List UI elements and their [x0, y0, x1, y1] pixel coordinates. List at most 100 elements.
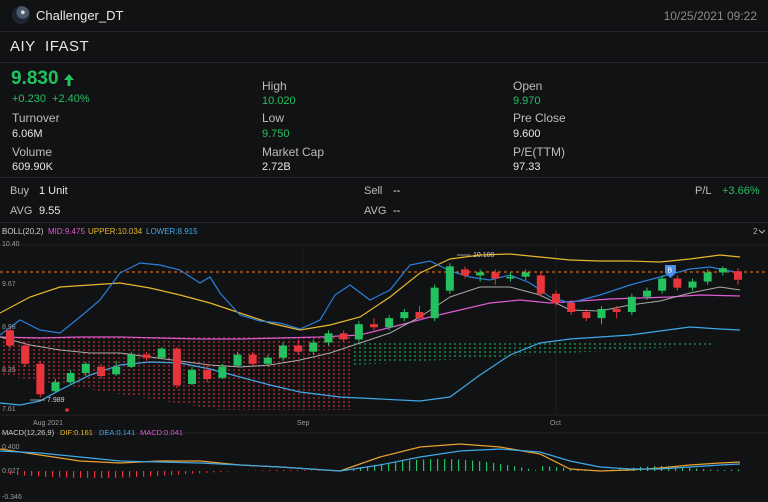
macd-bar — [696, 468, 698, 471]
title-divider — [0, 62, 768, 63]
mktcap-value: 2.72B — [262, 161, 291, 173]
macd-bar — [507, 465, 509, 471]
macd-bar — [192, 471, 194, 474]
macd-bar — [409, 460, 411, 471]
open-label: Open — [513, 79, 543, 93]
candle[interactable] — [567, 302, 576, 313]
buy-marker[interactable]: B — [665, 265, 676, 278]
candle[interactable] — [203, 369, 212, 380]
candle[interactable] — [688, 281, 697, 288]
candle[interactable] — [597, 308, 606, 319]
price-chart[interactable]: BOLL(20,2) MID:9.475 UPPER:10.034 LOWER:… — [0, 225, 768, 502]
candle[interactable] — [279, 345, 287, 358]
candle[interactable] — [461, 269, 469, 276]
macd-bar — [269, 470, 271, 471]
candle[interactable] — [552, 293, 560, 303]
candle[interactable] — [112, 366, 121, 375]
candle[interactable] — [324, 333, 333, 343]
candle[interactable] — [491, 272, 500, 279]
low-label: Low — [262, 111, 285, 125]
candle[interactable] — [51, 382, 60, 392]
candle[interactable] — [445, 266, 454, 291]
candle[interactable] — [400, 312, 409, 319]
sell-value: -- — [393, 185, 401, 197]
candle[interactable] — [476, 272, 485, 276]
macd-bar — [66, 471, 68, 478]
chart-page-indicator[interactable]: 2 — [753, 227, 758, 236]
candle[interactable] — [521, 272, 530, 277]
macd-bar — [703, 469, 705, 471]
candle[interactable] — [582, 312, 591, 319]
macd-bar — [395, 461, 397, 471]
candle[interactable] — [627, 296, 636, 313]
candle[interactable] — [734, 271, 742, 280]
macd-bar — [311, 470, 313, 471]
candle[interactable] — [385, 318, 394, 328]
candle[interactable] — [673, 278, 682, 288]
candle[interactable] — [536, 275, 545, 294]
candle[interactable] — [309, 342, 318, 352]
candle[interactable] — [263, 357, 272, 364]
macd-legend-dea: DEA:0.141 — [99, 428, 135, 437]
macd-bar — [206, 471, 208, 473]
macd-bar — [444, 459, 446, 471]
macd-bar — [290, 470, 292, 471]
turnover-value: 6.06M — [12, 128, 43, 140]
open-value: 9.970 — [513, 95, 541, 107]
candle[interactable] — [233, 354, 242, 366]
macd-bar — [31, 471, 33, 476]
candle[interactable] — [248, 354, 257, 364]
candle[interactable] — [430, 287, 439, 319]
candle[interactable] — [36, 363, 45, 395]
macd-bar — [521, 467, 523, 471]
candle[interactable] — [188, 369, 196, 384]
macd-bar — [493, 462, 495, 471]
macd-bar — [430, 459, 432, 471]
header-divider — [0, 31, 768, 32]
volume-label: Volume — [12, 145, 53, 159]
candle[interactable] — [703, 272, 712, 282]
candle[interactable] — [354, 324, 363, 340]
candle[interactable] — [294, 345, 303, 352]
chevron-down-icon[interactable] — [758, 229, 766, 234]
macd-bar — [724, 469, 726, 471]
macd-bar — [143, 471, 145, 477]
buy-label: Buy — [10, 185, 29, 197]
candle[interactable] — [6, 330, 14, 346]
candle[interactable] — [612, 308, 621, 313]
change-value: +0.230 — [12, 93, 46, 105]
change-percent: +2.40% — [52, 93, 90, 105]
candle[interactable] — [157, 348, 166, 358]
candle[interactable] — [415, 312, 424, 319]
avg2-label: AVG — [364, 205, 387, 217]
macd-bar — [402, 461, 404, 471]
candle[interactable] — [370, 324, 378, 328]
stock-symbol: AIY — [10, 38, 36, 55]
candle[interactable] — [66, 372, 75, 383]
candle[interactable] — [658, 278, 667, 291]
boll-legend-lower: LOWER:8.915 — [146, 227, 198, 236]
macd-bar — [220, 471, 222, 472]
x-label-sep: Sep — [297, 420, 310, 427]
candle[interactable] — [218, 366, 227, 378]
candle[interactable] — [142, 354, 151, 358]
macd-bar — [199, 471, 201, 474]
candle[interactable] — [127, 354, 136, 367]
volume-value: 609.90K — [12, 161, 53, 173]
stock-title: AIY IFAST — [10, 38, 89, 55]
user-avatar[interactable] — [12, 6, 30, 24]
macd-bar — [115, 471, 117, 478]
candle[interactable] — [172, 348, 181, 386]
candle[interactable] — [643, 290, 651, 297]
position-divider — [0, 222, 768, 223]
candle[interactable] — [81, 363, 90, 373]
candle[interactable] — [21, 345, 30, 364]
macd-bar — [59, 471, 61, 478]
candle[interactable] — [339, 333, 348, 340]
candle[interactable] — [718, 268, 727, 273]
macd-bar — [87, 471, 89, 478]
candle[interactable] — [506, 276, 515, 279]
macd-bar — [458, 459, 460, 471]
candle[interactable] — [97, 366, 105, 377]
macd-bar — [283, 470, 285, 471]
